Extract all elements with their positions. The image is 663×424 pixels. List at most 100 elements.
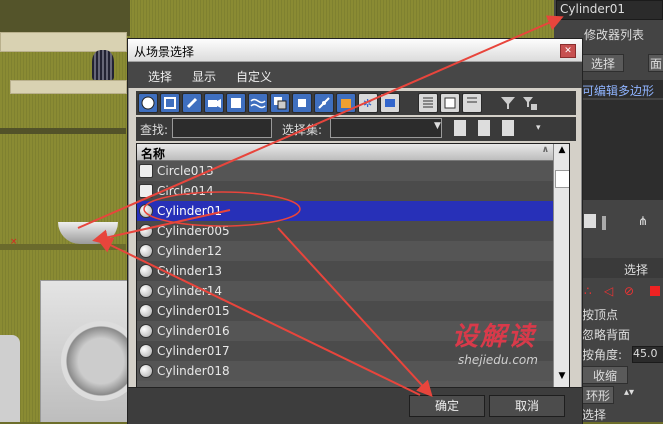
frozen-filter-icon[interactable]: ✲	[358, 93, 378, 113]
shape-icon	[139, 184, 153, 198]
list-item-name: Cylinder13	[157, 264, 222, 278]
find-input[interactable]	[172, 118, 272, 138]
watermark-url: shejiedu.com	[458, 353, 538, 367]
list-header[interactable]: 名称 ∧	[137, 144, 553, 161]
chevron-down-icon[interactable]: ▼	[434, 121, 441, 131]
list-item[interactable]: Circle014	[137, 181, 553, 201]
dialog-titlebar[interactable]: 从场景选择 ✕	[128, 39, 582, 62]
geometry-filter-icon[interactable]	[138, 93, 158, 113]
cameras-filter-icon[interactable]	[204, 93, 224, 113]
list-item-name: Cylinder018	[157, 364, 230, 378]
geometry-icon	[139, 284, 153, 298]
geometry-icon	[139, 344, 153, 358]
list-item-name: Circle013	[157, 164, 214, 178]
shelf-upper	[0, 32, 127, 52]
selection-set-label: 选择集:	[282, 123, 323, 137]
geometry-icon	[139, 264, 153, 278]
scroll-down-icon[interactable]: ▼	[555, 371, 569, 385]
toolbar-overflow-icon[interactable]: ▾	[536, 123, 541, 133]
menu-display[interactable]: 显示	[192, 68, 216, 85]
axis-gizmo-icon: ×	[10, 237, 18, 247]
ring-spinner-icon[interactable]: ▴▾	[624, 387, 634, 398]
select-all-icon[interactable]	[418, 93, 438, 113]
select-invert-icon[interactable]	[462, 93, 482, 113]
watermark-logo: 设解读	[452, 322, 537, 352]
xrefs-filter-icon[interactable]	[292, 93, 312, 113]
space-warps-filter-icon[interactable]	[248, 93, 268, 113]
ring-button[interactable]: 环形	[582, 386, 614, 404]
geometry-icon	[139, 204, 153, 218]
list-item[interactable]: Cylinder14	[137, 281, 553, 301]
geometry-icon	[139, 324, 153, 338]
filter-toolbar: ✲	[136, 91, 576, 115]
list-item-name: Cylinder005	[157, 224, 230, 238]
select-button[interactable]: 选择	[582, 54, 624, 72]
geometry-icon	[139, 224, 153, 238]
helpers-filter-icon[interactable]	[226, 93, 246, 113]
border-mode-icon[interactable]: ⊘	[624, 284, 634, 298]
by-angle-label: 按角度:	[582, 348, 623, 362]
list-item-name: Cylinder12	[157, 244, 222, 258]
polygon-mode-icon[interactable]	[650, 286, 660, 296]
shrink-button[interactable]: 收缩	[582, 366, 628, 384]
select-label: 选择	[582, 408, 607, 422]
face-button[interactable]: 面	[648, 54, 663, 72]
add-to-set-icon[interactable]	[478, 120, 490, 136]
close-button[interactable]: ✕	[560, 44, 576, 58]
list-item-name: Cylinder14	[157, 284, 222, 298]
object-name-field[interactable]: Cylinder01	[556, 0, 663, 20]
ignore-backfacing-label[interactable]: 忽略背面	[582, 326, 630, 343]
geometry-icon	[139, 244, 153, 258]
svg-text:✲: ✲	[363, 97, 372, 110]
geometry-icon	[139, 304, 153, 318]
washing-machine	[40, 280, 141, 422]
cabinet-top	[0, 0, 130, 36]
list-item-name: Cylinder016	[157, 324, 230, 338]
stack-item-editable-poly[interactable]: 可编辑多边形	[582, 82, 654, 99]
create-set-icon[interactable]	[454, 120, 466, 136]
list-scrollbar[interactable]: ▲ ▼	[553, 144, 569, 388]
list-item-name: Cylinder015	[157, 304, 230, 318]
list-item[interactable]: Cylinder01	[137, 201, 553, 221]
make-unique-icon[interactable]: ⋔	[638, 214, 648, 228]
counter-top	[0, 244, 126, 250]
menu-select[interactable]: 选择	[148, 68, 172, 85]
list-item[interactable]: Cylinder12	[137, 241, 553, 261]
pin-stack-icon[interactable]	[584, 214, 596, 228]
list-item-name: Cylinder017	[157, 344, 230, 358]
search-row: 查找: 选择集: ▼ ▾	[136, 117, 576, 141]
filter-options-icon[interactable]	[520, 93, 540, 113]
list-item[interactable]: Circle013	[137, 161, 553, 181]
menu-customize[interactable]: 自定义	[236, 68, 272, 85]
scroll-up-icon[interactable]: ▲	[555, 145, 569, 159]
find-label: 查找:	[140, 123, 169, 137]
groups-filter-icon[interactable]	[270, 93, 290, 113]
hidden-filter-icon[interactable]	[380, 93, 400, 113]
select-none-icon[interactable]	[440, 93, 460, 113]
containers-filter-icon[interactable]	[336, 93, 356, 113]
sort-ascending-icon[interactable]: ∧	[542, 145, 549, 155]
toilet-object	[0, 335, 20, 422]
cancel-button[interactable]: 取消	[489, 395, 565, 417]
ok-button[interactable]: 确定	[409, 395, 485, 417]
filter-funnel-icon[interactable]	[498, 93, 518, 113]
list-item[interactable]: Cylinder13	[137, 261, 553, 281]
bones-filter-icon[interactable]	[314, 93, 334, 113]
selection-set-dropdown[interactable]	[330, 118, 442, 138]
basket-object	[92, 50, 114, 80]
object-name-text: Cylinder01	[560, 2, 625, 16]
lights-filter-icon[interactable]	[182, 93, 202, 113]
by-angle-field[interactable]: 45.0	[632, 346, 663, 363]
vertex-mode-icon[interactable]: ∴	[584, 284, 592, 298]
list-item[interactable]: Cylinder005	[137, 221, 553, 241]
name-column-header[interactable]: 名称	[141, 145, 165, 162]
by-vertex-checkbox-label[interactable]: 按顶点	[582, 306, 618, 323]
edge-mode-icon[interactable]: ◁	[604, 284, 613, 298]
shapes-filter-icon[interactable]	[160, 93, 180, 113]
scroll-thumb[interactable]	[555, 170, 569, 188]
show-result-icon[interactable]	[602, 216, 606, 230]
selection-rollout-title[interactable]: 选择	[624, 261, 648, 278]
watermark: 设解读 shejiedu.com	[452, 316, 538, 367]
menu-bar: 选择 显示 自定义	[128, 62, 582, 88]
remove-from-set-icon[interactable]	[502, 120, 514, 136]
